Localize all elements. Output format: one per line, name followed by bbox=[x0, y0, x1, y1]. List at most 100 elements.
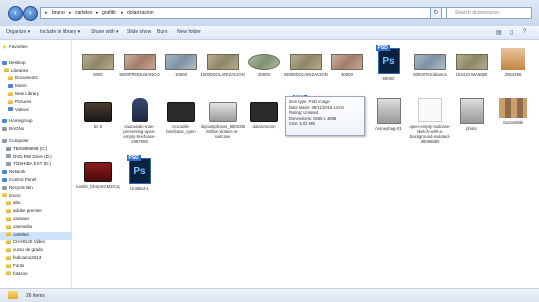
briefcase-thumbnail bbox=[84, 102, 112, 122]
file-name: 50000 bbox=[382, 76, 395, 81]
sidebar-item[interactable]: TBG8856NB (C:) bbox=[0, 146, 71, 154]
slide-show-button[interactable]: Slide show bbox=[127, 29, 151, 35]
file-item[interactable]: 5000 bbox=[76, 48, 120, 77]
file-item[interactable]: dolarizacion bbox=[242, 98, 286, 129]
file-item[interactable]: photo bbox=[450, 98, 494, 131]
breadcrumb-item[interactable]: dolarizacion bbox=[127, 10, 154, 16]
breadcrumb-item[interactable]: bruno bbox=[52, 10, 65, 16]
file-item[interactable]: caucasian-man-presenting-open-empty-brie… bbox=[118, 98, 162, 144]
sidebar-item[interactable]: curso de grado bbox=[0, 247, 71, 255]
documents-icon bbox=[8, 76, 13, 81]
sidebar-item[interactable]: Homegroup bbox=[0, 118, 71, 126]
sidebar-item[interactable]: TOSHIBA EXT (E:) bbox=[0, 161, 71, 169]
briefcase-thumbnail bbox=[84, 162, 112, 182]
file-item[interactable]: tumblr_lzbnpXCM2G1glhmu bbox=[76, 158, 120, 189]
sidebar-item[interactable]: carteles bbox=[0, 231, 71, 240]
file-item[interactable]: PSD Ps Untitled-1 bbox=[118, 155, 162, 191]
breadcrumb-item[interactable]: grafitti bbox=[102, 10, 116, 16]
burn-button[interactable]: Burn bbox=[157, 29, 168, 35]
folder-icon bbox=[6, 255, 11, 260]
file-item[interactable]: moneybag-01 bbox=[367, 98, 411, 131]
sidebar-item[interactable]: abu bbox=[0, 200, 71, 208]
sidebar-item[interactable]: carevelito bbox=[0, 224, 71, 232]
title-address-bar: ‹ › ▸ bruno ▸ carteles ▸ grafitti ▸ dola… bbox=[0, 0, 539, 27]
sidebar-item-label: abu bbox=[13, 200, 21, 206]
share-with-menu[interactable]: Share with ▾ bbox=[91, 29, 119, 35]
homegroup-icon bbox=[2, 119, 7, 124]
sidebar-item[interactable]: New Library bbox=[0, 91, 71, 99]
banknote-thumbnail bbox=[248, 54, 280, 70]
file-item[interactable]: 20000DOLARIZACION bbox=[284, 48, 328, 77]
refresh-button[interactable]: ↻ bbox=[430, 7, 442, 19]
file-item[interactable]: bc-3 bbox=[76, 98, 120, 129]
file-name: 50000Terrabanca bbox=[413, 72, 447, 77]
file-name: crocodile-briefcase_open bbox=[166, 124, 196, 134]
search-input[interactable]: Search dolarizacion bbox=[446, 7, 532, 19]
sidebar-item[interactable]: Libraries bbox=[0, 68, 71, 76]
breadcrumb-item[interactable]: carteles bbox=[75, 10, 93, 16]
file-name: 154410-MA5855 bbox=[455, 72, 488, 77]
help-icon[interactable]: ? bbox=[523, 29, 526, 35]
organize-menu[interactable]: Organize ▾ bbox=[6, 29, 30, 35]
sidebar-item[interactable]: bruno bbox=[0, 193, 71, 201]
file-item[interactable]: 154410-MA5855 bbox=[450, 48, 494, 77]
forward-button[interactable]: › bbox=[23, 6, 38, 21]
folder-icon bbox=[6, 224, 11, 229]
photo-thumbnail bbox=[501, 48, 525, 70]
file-name: 10000DOLARIZACION bbox=[200, 72, 245, 77]
sidebar-item[interactable]: Music bbox=[0, 83, 71, 91]
file-item[interactable]: 30000 bbox=[325, 48, 369, 77]
view-options-icon[interactable]: ▤ bbox=[496, 29, 502, 36]
sidebar-item-label: TOSHIBA EXT (E:) bbox=[13, 161, 51, 167]
sidebar-item-label: Fonts bbox=[13, 262, 25, 268]
sidebar-item[interactable]: adobe premier bbox=[0, 208, 71, 216]
back-button[interactable]: ‹ bbox=[8, 6, 23, 21]
file-item[interactable]: SuzanWiki bbox=[491, 98, 535, 125]
sidebar-item[interactable]: Fonts bbox=[0, 263, 71, 271]
file-item[interactable]: 5000PRODUBANCO bbox=[118, 48, 162, 77]
file-item[interactable]: 50000Terrabanca bbox=[408, 48, 452, 77]
sidebar-item[interactable]: Computer bbox=[0, 138, 71, 146]
file-item[interactable]: PSD Ps 50000 bbox=[367, 45, 411, 81]
include-in-library-menu[interactable]: Include in library ▾ bbox=[40, 29, 80, 35]
file-item[interactable]: crocodile-briefcase_open bbox=[159, 98, 203, 134]
sidebar-item[interactable]: Desktop bbox=[0, 60, 71, 68]
music-icon bbox=[8, 84, 13, 88]
preview-pane-icon[interactable]: ▯ bbox=[510, 29, 513, 36]
item-count: 26 items bbox=[26, 293, 45, 299]
star-icon bbox=[2, 44, 7, 49]
address-bar[interactable]: ▸ bruno ▸ carteles ▸ grafitti ▸ dolariza… bbox=[40, 7, 460, 19]
sidebar-item-label: fotazos bbox=[13, 270, 28, 276]
file-item[interactable]: 2064356 bbox=[491, 48, 535, 77]
file-name: 5000PRODUBANCO bbox=[119, 72, 160, 77]
file-name: 20000 bbox=[258, 72, 270, 77]
sidebar-item[interactable]: Control Panel bbox=[0, 177, 71, 185]
sidebar-item[interactable]: Pictures bbox=[0, 99, 71, 107]
banknote-thumbnail bbox=[165, 54, 197, 70]
file-name: 5000 bbox=[93, 72, 103, 77]
sidebar-item[interactable]: fedicamo2013 bbox=[0, 255, 71, 263]
sidebar-item[interactable]: Favorites bbox=[0, 44, 71, 52]
banknote-thumbnail bbox=[455, 54, 488, 70]
sidebar-item[interactable]: DVD RW Drive (D:) bbox=[0, 154, 71, 162]
sidebar-item[interactable]: BAGNo bbox=[0, 126, 71, 134]
sidebar-item[interactable]: Videos bbox=[0, 107, 71, 115]
file-item[interactable]: depositphotos_8800288-Million-dollars-in… bbox=[201, 98, 245, 139]
sidebar-item[interactable]: Documents bbox=[0, 75, 71, 83]
sketch-thumbnail bbox=[418, 98, 442, 122]
new-folder-button[interactable]: New folder bbox=[177, 29, 201, 35]
psd-file-icon: PSDPs bbox=[126, 155, 151, 184]
banknote-thumbnail bbox=[289, 54, 322, 70]
sidebar-item-label: fedicamo2013 bbox=[13, 255, 42, 260]
file-item[interactable]: 20000 bbox=[242, 48, 286, 77]
sidebar-item[interactable]: caravan bbox=[0, 216, 71, 224]
sidebar-item[interactable]: Recycle Bin bbox=[0, 185, 71, 193]
sidebar-item-label: Computer bbox=[9, 138, 29, 143]
photo-thumbnail bbox=[376, 98, 401, 124]
sidebar-item[interactable]: fotazos bbox=[0, 271, 71, 279]
file-item[interactable]: open-empty-suitcase-sketch-with-a-backgr… bbox=[408, 98, 452, 144]
sidebar-item[interactable]: Network bbox=[0, 169, 71, 177]
file-item[interactable]: 10000DOLARIZACION bbox=[201, 48, 245, 77]
sidebar-item[interactable]: CHARLIE Video bbox=[0, 239, 71, 247]
file-item[interactable]: 10000 bbox=[159, 48, 203, 77]
